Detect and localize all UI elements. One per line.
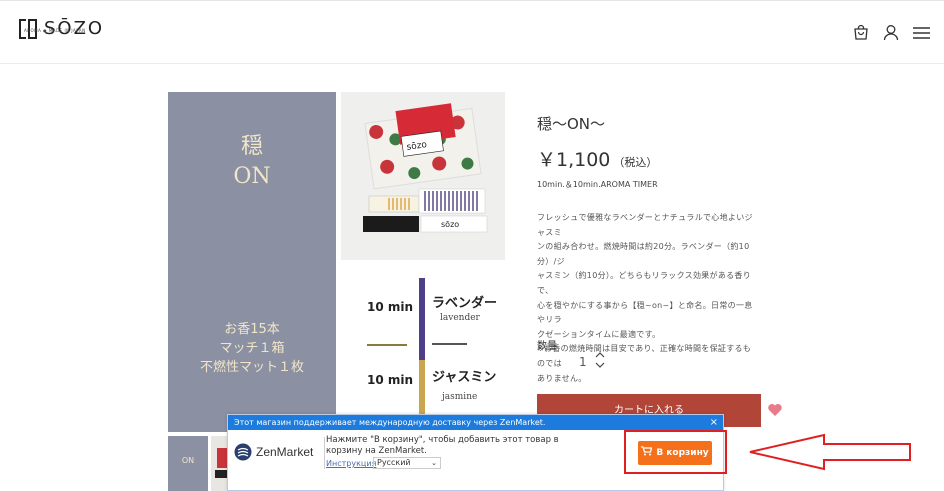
zenmarket-logo-icon: [234, 443, 252, 461]
divider: [324, 437, 325, 469]
product-photo-incense-info[interactable]: 10 min ラベンダー lavender 10 min ジャスミン jasmi…: [341, 262, 505, 434]
price-value: ￥1,100: [537, 149, 611, 171]
scent-name-1: ラベンダー: [432, 296, 498, 311]
product-subtitle: 10min.＆10min.AROMA TIMER: [537, 180, 658, 189]
zenmarket-banner: Этот магазин поддерживает международную …: [228, 415, 723, 430]
scent-sub-2: jasmine: [442, 392, 478, 402]
zenmarket-banner-text: Этот магазин поддерживает международную …: [234, 418, 546, 427]
hero-description: お香15本 マッチ１箱 不燃性マット１枚: [199, 322, 304, 375]
quantity-stepper-icon[interactable]: [594, 351, 606, 369]
menu-icon[interactable]: [912, 23, 931, 43]
quantity-label: 数量: [537, 341, 557, 352]
instruction-link[interactable]: Инструкция: [326, 459, 376, 468]
page: SŌZO AROMA ● MADE IN JAPAN 穏 ON お香15本 マッ…: [0, 0, 944, 491]
desc-line: ありません。: [537, 373, 587, 383]
scent-sub-1: lavender: [440, 313, 480, 323]
arrow-left-icon: [749, 433, 911, 471]
cart-icon[interactable]: [851, 23, 871, 43]
product-photo-package[interactable]: sōzo sōzo: [341, 92, 505, 260]
hero-title: 穏 ON: [233, 134, 271, 189]
heart-icon[interactable]: [767, 402, 783, 418]
time-label-1: 10 min: [367, 300, 414, 314]
desc-line: フレッシュで優雅なラベンダーとナチュラルで心地よいジャスミ: [537, 213, 753, 237]
time-label-2: 10 min: [367, 373, 414, 387]
quantity-input[interactable]: 1: [579, 355, 587, 369]
highlight-box: [624, 430, 727, 474]
desc-line: 心を穏やかにする事から【穏~on~】と命名。日常の一息やリラ: [537, 300, 753, 325]
desc-line: ※お香の燃焼時間は目安であり、正確な時間を保証するものでは: [537, 344, 752, 368]
logo-subtitle: AROMA ● MADE IN JAPAN: [24, 28, 86, 33]
desc-line: ャスミン（約10分）。どちらもリラックス効果がある香りで、: [537, 271, 752, 295]
language-select[interactable]: Русский ⌄: [373, 457, 441, 469]
product-title: 穏～ON～: [537, 115, 606, 133]
zenmarket-message: Нажмите "В корзину", чтобы добавить этот…: [326, 435, 559, 456]
thumbnail-1[interactable]: ON: [168, 436, 208, 491]
product-main-image[interactable]: 穏 ON お香15本 マッチ１箱 不燃性マット１枚: [168, 92, 336, 432]
close-icon[interactable]: ×: [710, 415, 718, 430]
site-header: SŌZO AROMA ● MADE IN JAPAN: [0, 0, 944, 64]
desc-line: ンの組み合わせ。燃焼時間は約20分。ラベンダー（約10分）/ジ: [537, 242, 750, 266]
zenmarket-logo[interactable]: ZenMarket: [234, 443, 313, 461]
user-icon[interactable]: [881, 23, 901, 43]
language-value: Русский: [377, 458, 411, 467]
desc-line: クゼーションタイムに最適です。: [537, 329, 661, 339]
tax-note: （税込）: [613, 156, 658, 169]
thumbnail-label: ON: [181, 456, 195, 465]
svg-text:sōzo: sōzo: [441, 220, 459, 229]
scent-name-2: ジャスミン: [432, 370, 497, 385]
product-price: ￥1,100 （税込）: [537, 145, 657, 172]
incense-stick-icon: [367, 278, 467, 434]
product-description: フレッシュで優雅なラベンダーとナチュラルで心地よいジャスミ ンの組み合わせ。燃焼…: [537, 211, 759, 386]
package-illustration-icon: sōzo sōzo: [341, 92, 505, 260]
chevron-down-icon: ⌄: [431, 459, 437, 467]
zenmarket-logo-text: ZenMarket: [256, 445, 314, 459]
